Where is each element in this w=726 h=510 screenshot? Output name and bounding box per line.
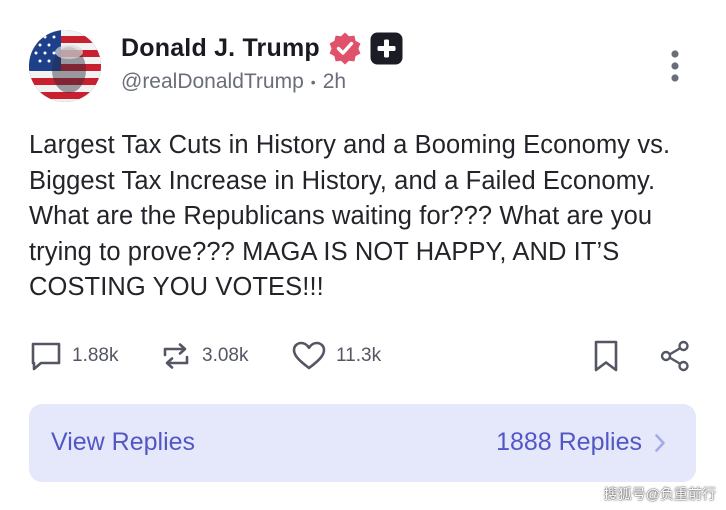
plus-badge-icon xyxy=(370,32,403,65)
retruth-icon xyxy=(163,343,189,369)
avatar[interactable] xyxy=(29,30,101,102)
author-handle[interactable]: @realDonaldTrump xyxy=(121,70,304,94)
author-name[interactable]: Donald J. Trump xyxy=(121,34,320,63)
watermark: 搜狐号@负重前行 xyxy=(603,486,716,502)
bookmark-icon xyxy=(594,340,618,372)
post-text: Largest Tax Cuts in History and a Boomin… xyxy=(29,131,671,301)
verified-icon xyxy=(328,31,362,65)
share-icon xyxy=(660,340,689,372)
like-button[interactable]: 11.3k xyxy=(291,334,381,378)
handle-row: @realDonaldTrump • 2h xyxy=(121,70,346,94)
share-button[interactable] xyxy=(659,334,691,378)
replies-count-label: 1888 Replies xyxy=(496,428,642,456)
view-replies-bar[interactable]: View Replies 1888 Replies xyxy=(29,404,696,482)
comment-icon xyxy=(31,342,61,371)
more-options-button[interactable] xyxy=(662,48,688,84)
author-name-row: Donald J. Trump xyxy=(121,30,403,66)
like-count: 11.3k xyxy=(336,345,382,366)
bookmark-button[interactable] xyxy=(591,334,621,378)
reply-button[interactable]: 1.88k xyxy=(29,334,118,378)
view-replies-label[interactable]: View Replies xyxy=(51,428,195,457)
replies-count-link[interactable]: 1888 Replies xyxy=(496,428,666,457)
separator-dot: • xyxy=(310,74,316,90)
post-time[interactable]: 2h xyxy=(323,70,346,94)
truth-post-card: Donald J. Trump @realDonaldTrump • 2h La… xyxy=(0,0,726,510)
retruth-button[interactable]: 3.08k xyxy=(159,334,248,378)
chevron-right-icon xyxy=(655,433,665,452)
post-actions: 1.88k 3.08k 11.3k xyxy=(29,334,699,378)
more-vertical-icon xyxy=(671,50,679,82)
heart-icon xyxy=(292,341,326,370)
retruth-count: 3.08k xyxy=(202,345,249,366)
reply-count: 1.88k xyxy=(72,345,119,366)
